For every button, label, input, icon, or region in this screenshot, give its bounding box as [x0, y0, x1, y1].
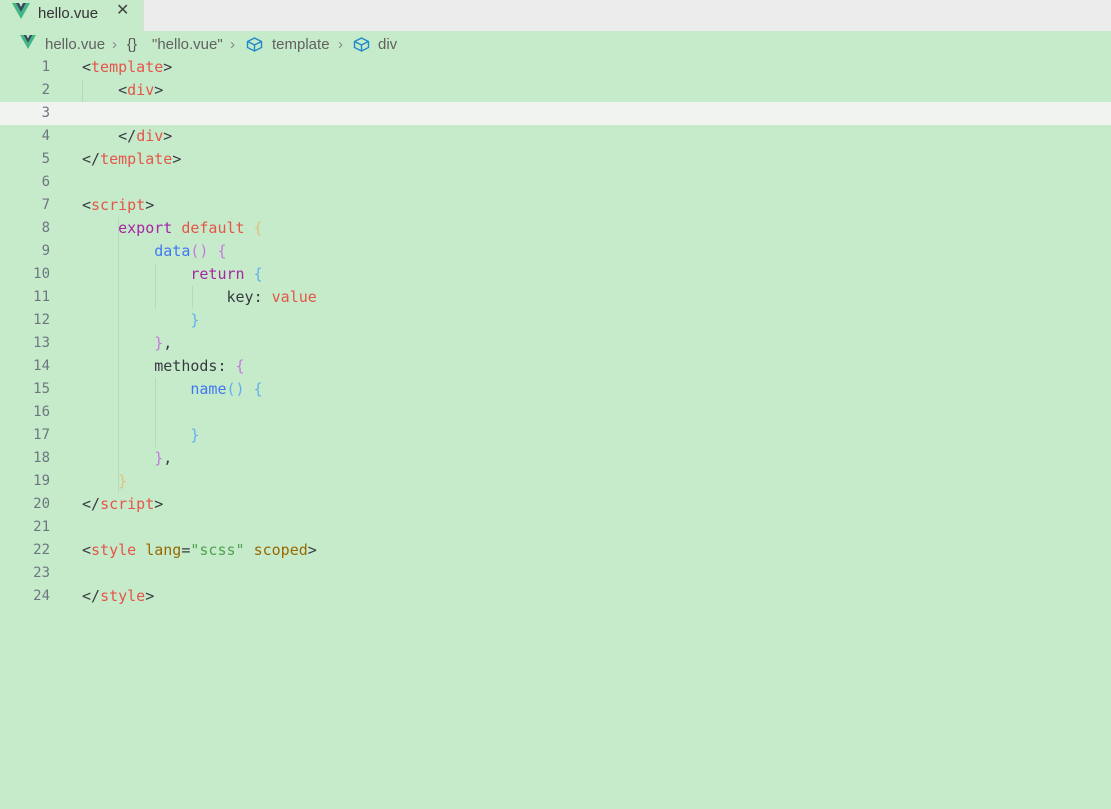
line-number: 8 [41, 220, 50, 236]
line-number: 3 [41, 105, 50, 121]
vue-logo-icon [20, 35, 36, 53]
code-line[interactable]: 4 </div> [0, 125, 1111, 148]
line-number: 9 [41, 243, 50, 259]
code-line[interactable]: 7 <script> [0, 194, 1111, 217]
cube-icon [353, 37, 370, 56]
breadcrumb-object[interactable]: "hello.vue" [152, 36, 223, 53]
code-line[interactable]: 8 export default { [0, 217, 1111, 240]
line-number: 10 [33, 266, 50, 282]
code-text: return { [190, 265, 263, 283]
line-number: 12 [33, 312, 50, 328]
line-number: 23 [33, 565, 50, 581]
code-line[interactable]: 1 <template> [0, 56, 1111, 79]
line-number: 16 [33, 404, 50, 420]
code-line[interactable]: 24 </style> [0, 585, 1111, 608]
code-text: <script> [82, 196, 155, 214]
line-number: 7 [41, 197, 50, 213]
code-line[interactable]: 2 <div> [0, 79, 1111, 102]
code-line[interactable]: 14 methods: { [0, 355, 1111, 378]
code-line[interactable]: 20 </script> [0, 493, 1111, 516]
code-text: } [118, 472, 128, 490]
line-number: 22 [33, 542, 50, 558]
code-text: <template> [82, 58, 173, 76]
line-number: 18 [33, 450, 50, 466]
close-icon[interactable]: ✕ [116, 0, 129, 20]
breadcrumb-node-div[interactable]: div [378, 36, 397, 53]
code-line[interactable]: 15 name() { [0, 378, 1111, 401]
tab-bar: hello.vue ✕ [0, 0, 1111, 31]
chevron-right-icon: › [230, 36, 235, 53]
code-line[interactable]: 17 } [0, 424, 1111, 447]
line-number: 14 [33, 358, 50, 374]
line-number: 19 [33, 473, 50, 489]
code-line[interactable]: 13 }, [0, 332, 1111, 355]
code-text: methods: { [154, 357, 245, 375]
breadcrumb: hello.vue › {} "hello.vue" › template › … [0, 32, 1111, 56]
line-number: 6 [41, 174, 50, 190]
line-number: 5 [41, 151, 50, 167]
line-number: 1 [41, 59, 50, 75]
code-line[interactable]: 11 key: value [0, 286, 1111, 309]
line-number: 2 [41, 82, 50, 98]
code-line[interactable]: 16 [0, 401, 1111, 424]
line-number: 17 [33, 427, 50, 443]
code-text: </div> [118, 127, 173, 145]
code-line[interactable]: 6 [0, 171, 1111, 194]
code-text: export default { [118, 219, 263, 237]
code-line[interactable]: 9 data() { [0, 240, 1111, 263]
code-line[interactable]: 18 }, [0, 447, 1111, 470]
code-text: <style lang="scss" scoped> [82, 541, 317, 559]
code-line[interactable]: 19 } [0, 470, 1111, 493]
tab-label: hello.vue [38, 5, 99, 22]
breadcrumb-node-template[interactable]: template [272, 36, 330, 53]
chevron-right-icon: › [112, 36, 117, 53]
code-line[interactable]: 5 </template> [0, 148, 1111, 171]
line-number: 11 [33, 289, 50, 305]
code-editor[interactable]: 1 <template> 2 <div> 3 4 </div> 5 </temp… [0, 56, 1111, 809]
tab-hello-vue[interactable]: hello.vue ✕ [0, 0, 144, 31]
code-text: }, [154, 449, 173, 467]
line-number: 21 [33, 519, 50, 535]
code-line[interactable]: 10 return { [0, 263, 1111, 286]
code-text: key: value [226, 288, 317, 306]
code-text: </template> [82, 150, 182, 168]
code-text: name() { [190, 380, 263, 398]
cube-icon [246, 37, 263, 56]
code-line[interactable]: 23 [0, 562, 1111, 585]
breadcrumb-file[interactable]: hello.vue [45, 36, 105, 53]
code-line[interactable]: 12 } [0, 309, 1111, 332]
code-text: <div> [118, 81, 164, 99]
line-number: 4 [41, 128, 50, 144]
code-text: } [190, 311, 200, 329]
line-number: 20 [33, 496, 50, 512]
line-number: 15 [33, 381, 50, 397]
code-text: } [190, 426, 200, 444]
code-text: </style> [82, 587, 155, 605]
chevron-right-icon: › [338, 36, 343, 53]
code-text: </script> [82, 495, 164, 513]
braces-icon: {} [127, 36, 138, 53]
code-line[interactable]: 22 <style lang="scss" scoped> [0, 539, 1111, 562]
vue-logo-icon [12, 3, 30, 24]
line-number: 24 [33, 588, 50, 604]
code-line-current[interactable]: 3 [0, 102, 1111, 125]
code-text: data() { [154, 242, 227, 260]
code-text: }, [154, 334, 173, 352]
line-number: 13 [33, 335, 50, 351]
code-line[interactable]: 21 [0, 516, 1111, 539]
